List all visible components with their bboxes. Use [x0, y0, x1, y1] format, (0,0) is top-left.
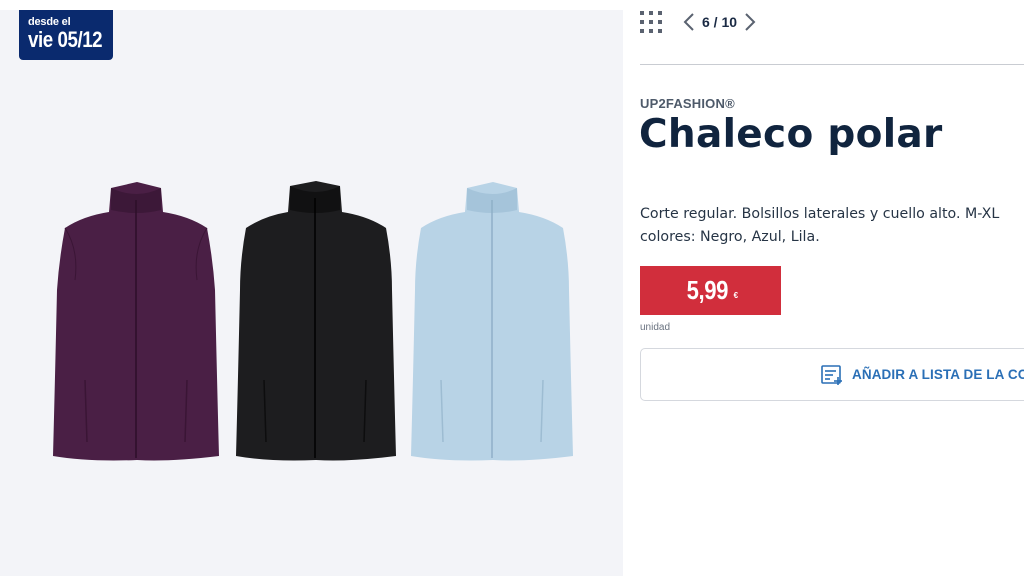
- product-title: Chaleco polar: [639, 112, 943, 157]
- product-image-vest-black: [236, 181, 396, 461]
- product-image-vest-light-blue: [411, 182, 573, 461]
- availability-badge: desde el vie 05/12: [19, 10, 113, 60]
- product-page: desde el vie 05/12 6 / 10 UP2FASHION® Ch…: [0, 0, 1024, 576]
- grid-icon[interactable]: [640, 11, 662, 33]
- product-brand: UP2FASHION®: [640, 96, 735, 111]
- gallery-counter: 6 / 10: [702, 14, 738, 30]
- product-image-vest-purple: [53, 182, 219, 461]
- gallery-nav: 6 / 10: [640, 10, 757, 34]
- chevron-right-icon[interactable]: [743, 11, 757, 33]
- chevron-left-icon[interactable]: [682, 11, 696, 33]
- product-description: Corte regular. Bolsillos laterales y cue…: [640, 203, 1024, 249]
- price-currency: €: [733, 291, 739, 300]
- price-badge: 5,99 €: [640, 266, 781, 315]
- product-description-line: colores: Negro, Azul, Lila.: [640, 229, 820, 245]
- availability-badge-date: vie 05/12: [28, 27, 103, 52]
- add-to-shopping-list-button[interactable]: AÑADIR A LISTA DE LA CO: [640, 348, 1024, 401]
- product-description-line: Corte regular. Bolsillos laterales y cue…: [640, 206, 1000, 222]
- divider: [640, 64, 1024, 65]
- price-value: 5,99: [686, 275, 729, 305]
- price-unit: unidad: [640, 322, 671, 333]
- product-image-panel[interactable]: desde el vie 05/12: [0, 10, 623, 576]
- add-to-shopping-list-label: AÑADIR A LISTA DE LA CO: [852, 367, 1024, 382]
- shopping-list-icon: [821, 364, 842, 385]
